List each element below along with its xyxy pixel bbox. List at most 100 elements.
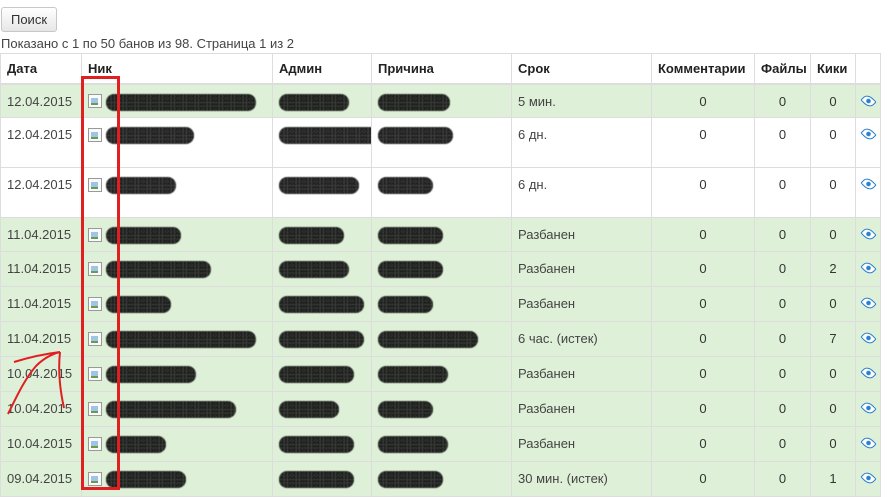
cell-reason	[371, 167, 512, 218]
cell-reason	[371, 391, 512, 427]
broken-image-icon	[88, 331, 102, 346]
redacted-nick	[105, 127, 194, 145]
cell-files: 0	[754, 461, 811, 497]
cell-admin	[272, 83, 372, 118]
eye-icon[interactable]	[860, 364, 877, 382]
cell-actions	[855, 167, 881, 218]
redacted-reason	[378, 227, 443, 245]
redacted-admin	[279, 366, 354, 384]
table-row: 11.04.2015 Разбанен 0 0 2	[0, 251, 881, 287]
cell-reason	[371, 461, 512, 497]
cell-files: 0	[754, 167, 811, 218]
table-row: 09.04.2015 30 мин. (истек) 0 0 1	[0, 461, 881, 497]
cell-term: Разбанен	[511, 217, 652, 252]
cell-term: 6 дн.	[511, 167, 652, 218]
eye-icon[interactable]	[860, 469, 877, 487]
redacted-nick	[105, 401, 236, 419]
cell-nick	[81, 217, 273, 252]
table-row: 10.04.2015 Разбанен 0 0 0	[0, 356, 881, 392]
header-comments[interactable]: Комментарии	[651, 53, 755, 85]
cell-actions	[855, 391, 881, 427]
cell-nick	[81, 251, 273, 287]
cell-nick	[81, 117, 273, 168]
cell-admin	[272, 461, 372, 497]
cell-nick	[81, 356, 273, 392]
redacted-reason	[378, 93, 450, 111]
cell-comments: 0	[651, 321, 755, 357]
cell-term: Разбанен	[511, 356, 652, 392]
table-row: 11.04.2015 Разбанен 0 0 0	[0, 286, 881, 322]
eye-icon[interactable]	[860, 225, 877, 243]
redacted-nick	[105, 261, 211, 279]
eye-icon[interactable]	[860, 294, 877, 312]
broken-image-icon	[88, 94, 102, 109]
cell-date: 11.04.2015	[0, 321, 82, 357]
cell-reason	[371, 217, 512, 252]
cell-nick	[81, 426, 273, 462]
cell-files: 0	[754, 251, 811, 287]
broken-image-icon	[88, 227, 102, 242]
cell-admin	[272, 321, 372, 357]
header-nick[interactable]: Ник	[81, 53, 273, 85]
cell-nick	[81, 461, 273, 497]
eye-icon[interactable]	[860, 259, 877, 277]
redacted-reason	[378, 366, 448, 384]
cell-date: 12.04.2015	[0, 117, 82, 168]
broken-image-icon	[88, 296, 102, 311]
cell-comments: 0	[651, 391, 755, 427]
redacted-admin	[279, 261, 349, 279]
header-kicks[interactable]: Кики	[810, 53, 856, 85]
cell-comments: 0	[651, 356, 755, 392]
cell-actions	[855, 117, 881, 168]
table-row: 11.04.2015 6 час. (истек) 0 0 7	[0, 321, 881, 357]
header-reason[interactable]: Причина	[371, 53, 512, 85]
cell-nick	[81, 83, 273, 118]
cell-date: 10.04.2015	[0, 426, 82, 462]
header-term[interactable]: Срок	[511, 53, 652, 85]
cell-actions	[855, 461, 881, 497]
header-admin[interactable]: Админ	[272, 53, 372, 85]
cell-reason	[371, 426, 512, 462]
cell-date: 11.04.2015	[0, 286, 82, 322]
cell-term: Разбанен	[511, 391, 652, 427]
redacted-reason	[378, 401, 433, 419]
redacted-nick	[105, 177, 176, 195]
eye-icon[interactable]	[860, 92, 877, 109]
eye-icon[interactable]	[860, 434, 877, 452]
cell-reason	[371, 321, 512, 357]
cell-date: 09.04.2015	[0, 461, 82, 497]
cell-kicks: 0	[810, 117, 856, 168]
eye-icon[interactable]	[860, 329, 877, 347]
redacted-admin	[279, 331, 364, 349]
table-row: 12.04.2015 6 дн. 0 0 0	[0, 117, 881, 168]
table-row: 10.04.2015 Разбанен 0 0 0	[0, 426, 881, 462]
eye-icon[interactable]	[860, 175, 877, 193]
eye-icon[interactable]	[860, 399, 877, 417]
cell-term: Разбанен	[511, 426, 652, 462]
cell-files: 0	[754, 426, 811, 462]
eye-icon[interactable]	[860, 125, 877, 143]
redacted-nick	[105, 296, 171, 314]
redacted-nick	[105, 331, 256, 349]
redacted-nick	[105, 93, 256, 111]
cell-term: 5 мин.	[511, 83, 652, 118]
cell-reason	[371, 83, 512, 118]
redacted-admin	[279, 471, 354, 489]
redacted-admin	[279, 296, 364, 314]
broken-image-icon	[88, 366, 102, 381]
header-date[interactable]: Дата	[0, 53, 82, 85]
cell-date: 10.04.2015	[0, 391, 82, 427]
search-button[interactable]: Поиск	[1, 7, 57, 32]
redacted-reason	[378, 436, 448, 454]
cell-admin	[272, 391, 372, 427]
cell-admin	[272, 356, 372, 392]
header-files[interactable]: Файлы	[754, 53, 811, 85]
cell-comments: 0	[651, 426, 755, 462]
cell-kicks: 0	[810, 167, 856, 218]
redacted-admin	[279, 93, 349, 111]
broken-image-icon	[88, 261, 102, 276]
redacted-admin	[279, 401, 339, 419]
cell-comments: 0	[651, 167, 755, 218]
broken-image-icon	[88, 471, 102, 486]
redacted-nick	[105, 227, 181, 245]
